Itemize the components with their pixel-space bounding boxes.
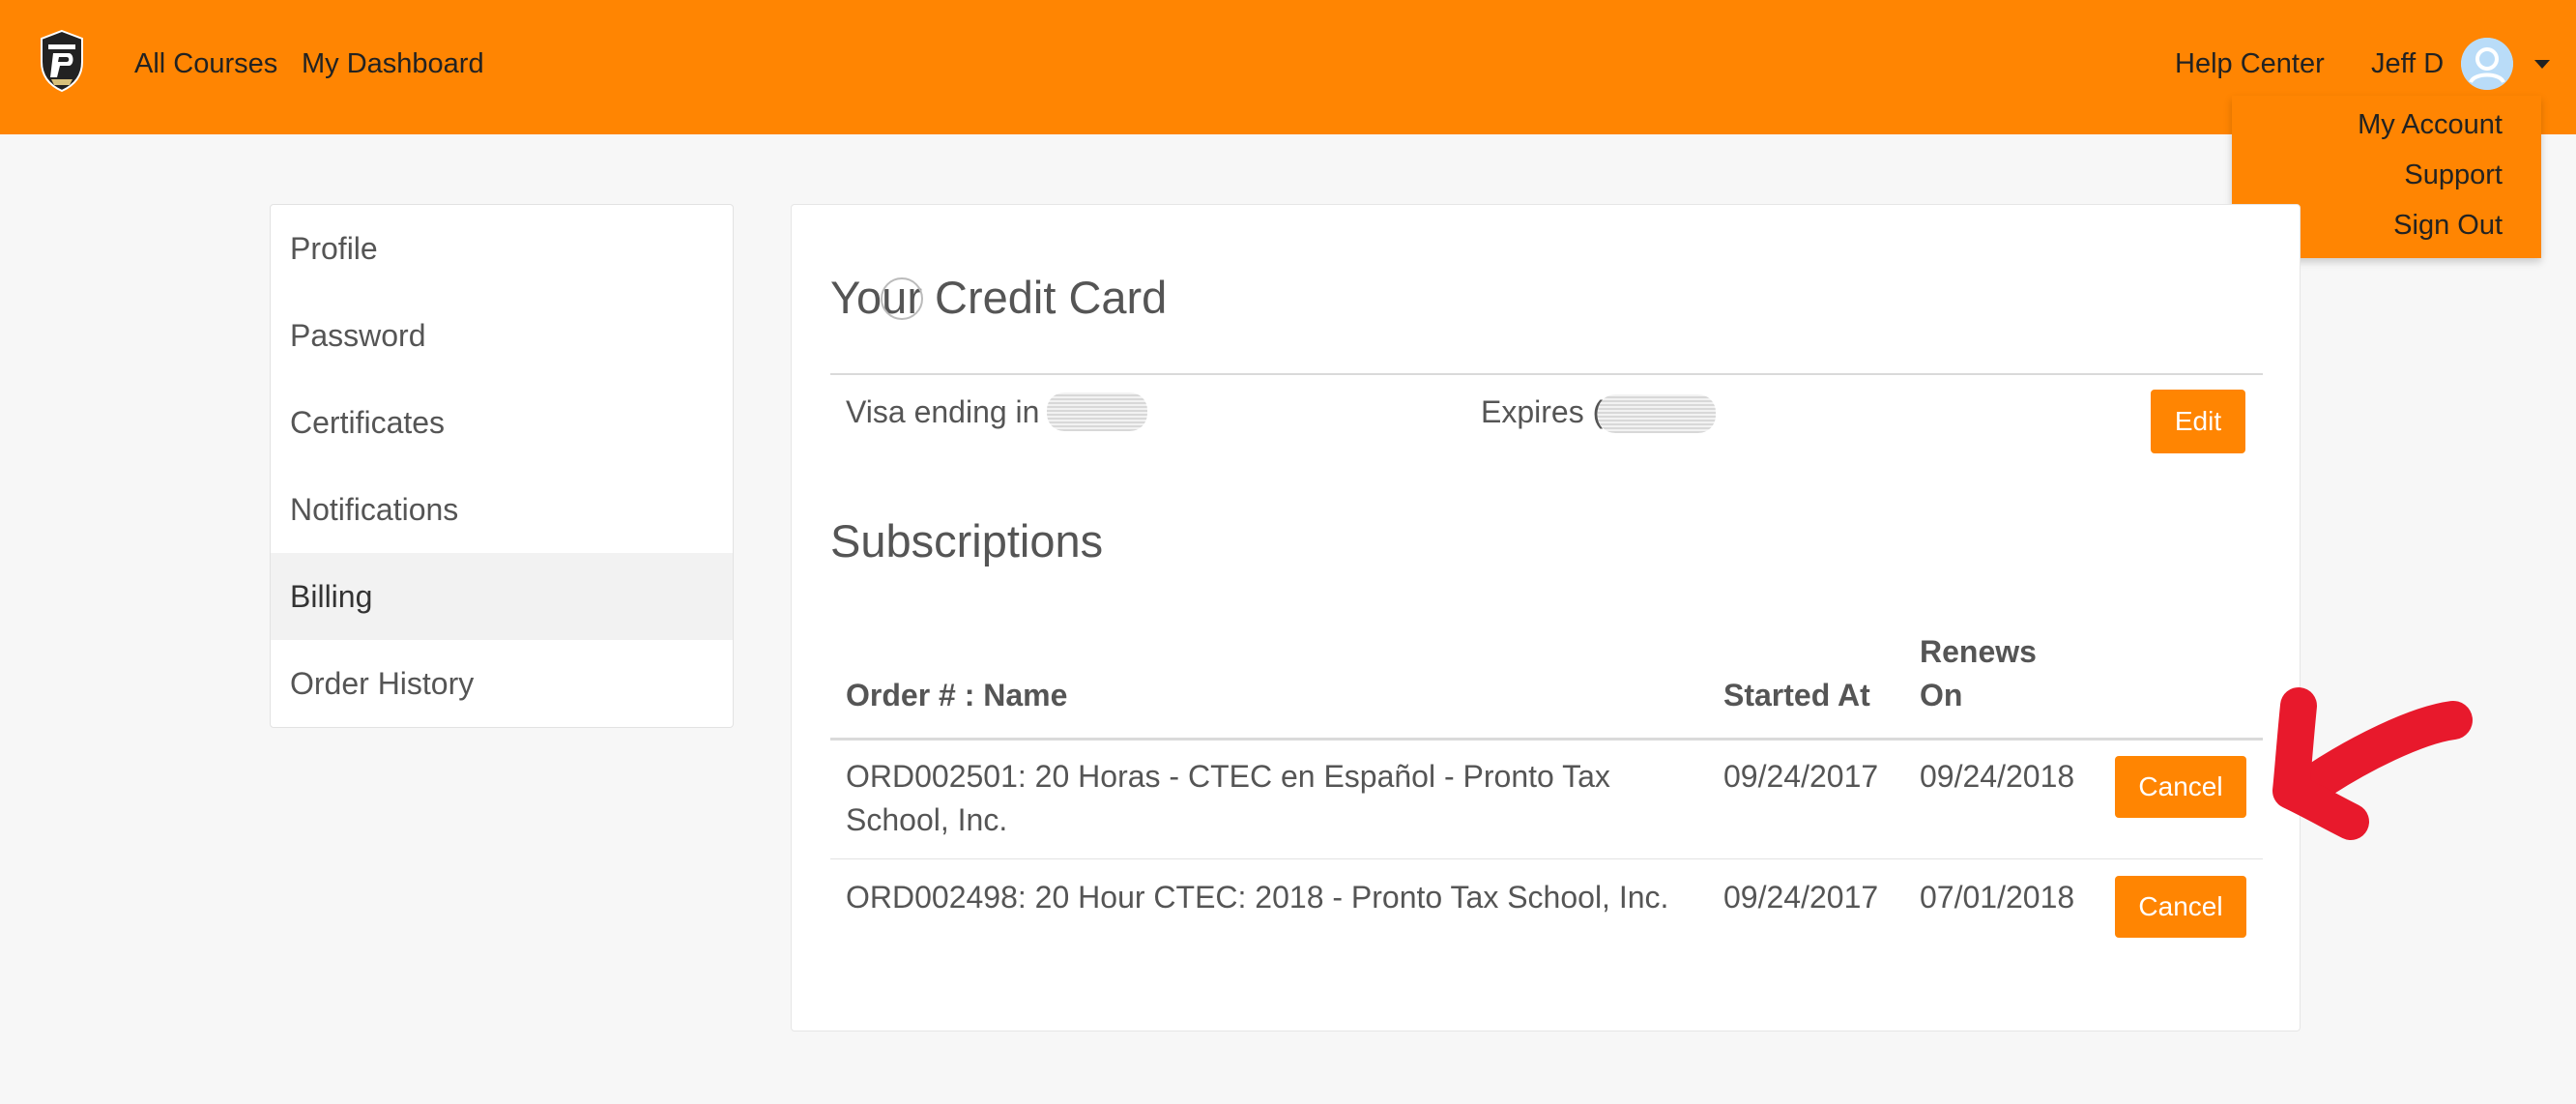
nav-help-center-link[interactable]: Help Center: [2175, 45, 2325, 82]
sidebar-item-billing[interactable]: Billing: [271, 553, 733, 640]
sidebar-item-password[interactable]: Password: [271, 292, 733, 379]
user-name: Jeff D: [2371, 47, 2445, 79]
redacted-expiry-date: [1598, 394, 1716, 433]
row-renews-on: 09/24/2018: [1920, 759, 2075, 794]
table-header-divider: [830, 738, 2263, 741]
red-arrow-annotation-icon: [2272, 687, 2473, 840]
subscriptions-title: Subscriptions: [830, 515, 1104, 567]
card-ending-label: Visa ending in: [846, 394, 1040, 429]
nav-my-dashboard-link[interactable]: My Dashboard: [302, 45, 484, 82]
sidebar-item-certificates[interactable]: Certificates: [271, 379, 733, 466]
cancel-subscription-button[interactable]: Cancel: [2115, 876, 2246, 938]
user-avatar-icon: [2461, 38, 2514, 90]
column-header-renews-on-line2: On: [1920, 678, 1963, 712]
divider: [830, 373, 2263, 375]
cursor-highlight: [881, 277, 923, 320]
menu-item-sign-out[interactable]: Sign Out: [2393, 206, 2503, 245]
menu-item-support[interactable]: Support: [2404, 156, 2503, 194]
top-navbar: All Courses My Dashboard Help Center Jef…: [0, 0, 2576, 134]
cancel-subscription-button[interactable]: Cancel: [2115, 756, 2246, 818]
column-header-started-at: Started At: [1723, 678, 1870, 712]
sidebar-item-notifications[interactable]: Notifications: [271, 466, 733, 553]
redacted-card-digits: [1047, 392, 1147, 431]
row-started-at: 09/24/2017: [1723, 759, 1879, 794]
caret-down-icon: [2534, 59, 2551, 69]
row-renews-on: 07/01/2018: [1920, 880, 2075, 915]
menu-item-my-account[interactable]: My Account: [2358, 105, 2503, 144]
card-expires-label: Expires (: [1481, 394, 1604, 429]
row-started-at: 09/24/2017: [1723, 880, 1879, 915]
sidebar-item-order-history[interactable]: Order History: [271, 640, 733, 727]
billing-panel: Your Credit Card Visa ending in Expires …: [791, 204, 2301, 1031]
row-order-name-line1: ORD002498: 20 Hour CTEC: 2018 - Pronto T…: [846, 880, 1669, 915]
column-header-renews-on-line1: Renews: [1920, 634, 2037, 669]
edit-card-button[interactable]: Edit: [2151, 390, 2245, 453]
row-order-name-line2: School, Inc.: [846, 802, 1008, 837]
account-sidebar: Profile Password Certificates Notificati…: [270, 204, 734, 728]
user-menu-toggle[interactable]: Jeff D: [2371, 37, 2551, 91]
school-shield-logo-icon[interactable]: [38, 29, 86, 93]
nav-all-courses-link[interactable]: All Courses: [134, 45, 277, 82]
sidebar-item-profile[interactable]: Profile: [271, 205, 733, 292]
row-order-name-line1: ORD002501: 20 Horas - CTEC en Español - …: [846, 759, 1610, 794]
column-header-order-name: Order # : Name: [846, 678, 1068, 712]
row-divider: [830, 858, 2263, 859]
